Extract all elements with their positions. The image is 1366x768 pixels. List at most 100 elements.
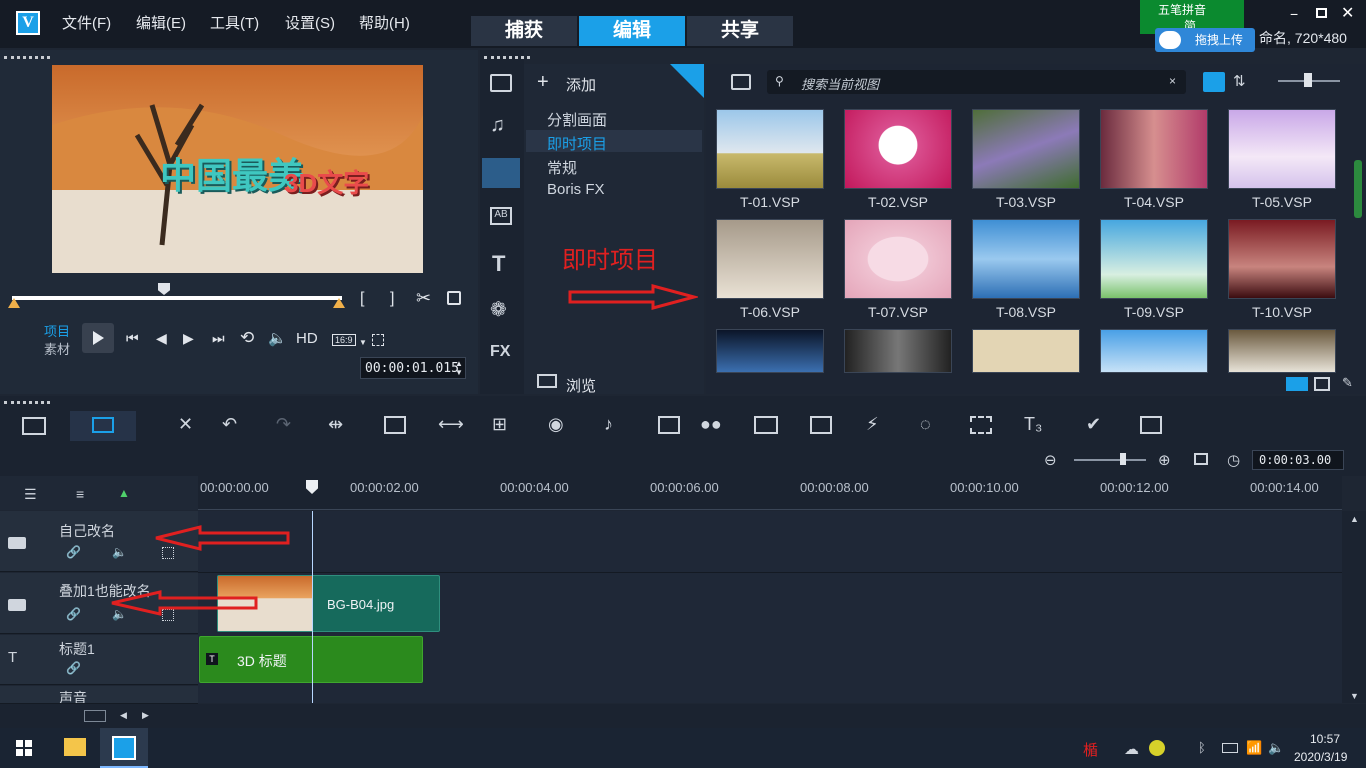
enlarge-preview-icon[interactable] [447, 291, 461, 305]
graphics-icon[interactable]: ❁ [490, 297, 507, 322]
track-name[interactable]: 声音 [59, 688, 87, 703]
track-name[interactable]: 标题1 [59, 639, 95, 659]
timeline-grip[interactable] [4, 401, 50, 404]
next-frame-icon[interactable]: ▶ [183, 330, 194, 347]
thumb-04[interactable]: T-04.VSP [1100, 109, 1208, 210]
hd-button[interactable]: HD [296, 330, 318, 347]
add-track-icon[interactable]: ≡ [76, 486, 84, 502]
thumb-01[interactable]: T-01.VSP [716, 109, 824, 210]
timecode-stepper-icon[interactable]: ▲ ▼ [455, 359, 463, 377]
fx-icon[interactable]: ✔ [1086, 414, 1101, 435]
minimize-icon[interactable]: − [1290, 6, 1304, 22]
scroll-down-icon[interactable]: ▼ [1350, 691, 1359, 701]
menu-tools[interactable]: 工具(T) [210, 12, 259, 33]
split-icon[interactable]: ⟷ [438, 414, 464, 435]
instant-project-icon[interactable] [482, 158, 520, 188]
close-icon[interactable]: ✕ [1341, 3, 1354, 23]
zoom-slider[interactable] [1074, 459, 1146, 461]
tray-plus-icon[interactable] [1149, 740, 1165, 756]
taskbar-date[interactable]: 2020/3/19 [1294, 750, 1347, 764]
pan-zoom-icon[interactable] [970, 416, 992, 434]
add-icon[interactable]: + [537, 71, 549, 94]
tray-app-icon[interactable]: 楯 [1083, 739, 1098, 760]
mode-clip[interactable]: 素材 [44, 339, 70, 358]
taskbar-time[interactable]: 10:57 [1310, 732, 1340, 746]
bluetooth-icon[interactable]: ᛒ [1198, 740, 1206, 755]
library-view-toggle-icon[interactable] [1286, 377, 1308, 391]
mode-project[interactable]: 项目 [44, 321, 70, 340]
thumb-14[interactable] [1100, 329, 1208, 373]
aspect-ratio-button[interactable]: 16:9 [332, 334, 356, 346]
time-remap-icon[interactable]: ⚡ [866, 414, 879, 435]
fit-timeline-icon[interactable] [1194, 453, 1208, 465]
search-field[interactable]: ⚲ 搜索当前视图 × [767, 70, 1186, 94]
wifi-icon[interactable]: 📶 [1246, 740, 1262, 756]
thumb-03[interactable]: T-03.VSP [972, 109, 1080, 210]
tab-edit[interactable]: 编辑 [579, 16, 685, 46]
render-icon[interactable] [1140, 416, 1162, 434]
sound-mixer-icon[interactable]: ♪ [604, 414, 613, 435]
storyboard-view-icon[interactable] [22, 417, 46, 435]
chevron-down-icon[interactable]: ▼ [359, 338, 367, 347]
repeat-icon[interactable]: ⟲ [240, 328, 254, 348]
title-icon[interactable]: T [492, 251, 505, 277]
music-icon[interactable]: ♫ [490, 114, 505, 137]
thumb-11[interactable] [716, 329, 824, 373]
scroll-up-icon[interactable]: ▲ [1350, 514, 1359, 524]
category-general[interactable]: 常规 [547, 157, 577, 178]
auto-music-icon[interactable] [658, 416, 680, 434]
trim-icon[interactable] [384, 416, 406, 434]
file-explorer-icon[interactable] [64, 738, 86, 756]
browse-icon[interactable] [537, 374, 557, 388]
battery-icon[interactable] [1222, 743, 1238, 753]
sort-icon[interactable]: ⇅ [1233, 72, 1246, 90]
play-button[interactable] [82, 323, 114, 353]
add-category-button[interactable]: 添加 [566, 74, 596, 95]
category-instant-project[interactable]: 即时项目 [547, 133, 607, 154]
title-3d-icon[interactable]: T₃ [1024, 414, 1042, 435]
library-grip[interactable] [484, 56, 530, 59]
windows-start-icon[interactable] [16, 740, 32, 756]
thumb-09[interactable]: T-09.VSP [1100, 219, 1208, 320]
menu-file[interactable]: 文件(F) [62, 12, 111, 33]
library-scrollbar[interactable] [1354, 160, 1362, 218]
scroll-right-icon[interactable]: ▶ [142, 710, 149, 721]
speaker-icon[interactable]: 🔈 [1268, 740, 1284, 756]
thumb-08[interactable]: T-08.VSP [972, 219, 1080, 320]
upload-button[interactable]: 拖拽上传 [1155, 28, 1255, 52]
motion-track-icon[interactable]: ●● [700, 414, 722, 435]
title-clip[interactable]: T 3D 标题 [199, 636, 423, 683]
trim-start-marker[interactable] [8, 298, 20, 308]
zoom-slider-handle[interactable] [1120, 453, 1126, 465]
category-split-screen[interactable]: 分割画面 [547, 109, 607, 130]
scroll-left-icon[interactable]: ◀ [120, 710, 127, 721]
undo-icon[interactable]: ↶ [222, 414, 237, 435]
tab-share[interactable]: 共享 [687, 16, 793, 46]
chapter-marker-icon[interactable]: ▲ [118, 486, 130, 500]
zoom-out-icon[interactable]: ⊖ [1044, 451, 1057, 469]
track-header-title[interactable]: T 标题1 🔗 [0, 635, 198, 685]
track-name[interactable]: 自己改名 [59, 521, 115, 541]
mark-out-icon[interactable]: ] [390, 290, 394, 308]
thumb-15[interactable] [1228, 329, 1336, 373]
track-manager-icon[interactable]: ☰ [24, 486, 37, 503]
subtitle-icon[interactable] [754, 416, 778, 434]
menu-edit[interactable]: 编辑(E) [136, 12, 186, 33]
mark-in-icon[interactable]: [ [360, 290, 364, 308]
panel-grip[interactable] [4, 56, 50, 59]
record-icon[interactable]: ◉ [548, 414, 564, 435]
restore-icon[interactable] [1316, 8, 1327, 18]
home-icon[interactable]: ⏮ [126, 330, 139, 347]
thumb-12[interactable] [844, 329, 952, 373]
transition-icon[interactable]: AB [490, 207, 512, 225]
track-header-voice[interactable]: 声音 [0, 686, 198, 704]
media-library-icon[interactable] [490, 74, 512, 92]
import-folder-icon[interactable] [731, 74, 751, 90]
track-volume-icon[interactable]: 🔈 [112, 545, 127, 559]
previous-frame-icon[interactable]: ◀ [156, 330, 167, 347]
list-view-icon[interactable] [1203, 72, 1225, 92]
split-clip-icon[interactable]: ✂ [416, 288, 431, 309]
library-grid-icon[interactable] [1314, 377, 1330, 391]
scrub-bar[interactable] [12, 296, 342, 300]
tools-icon[interactable]: ✕ [178, 414, 193, 435]
